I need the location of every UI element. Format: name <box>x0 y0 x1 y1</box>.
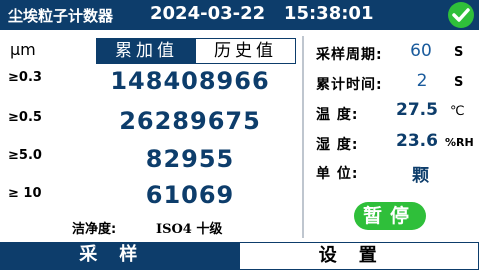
temperature-value: 27.5 <box>396 100 438 120</box>
params-panel: 采样周期: 60 S 累计时间: 2 S 温 度: 27.5 ℃ 湿 度: 23… <box>304 30 479 242</box>
size-label-5-0: ≥5.0 <box>8 148 42 163</box>
check-mark-glyph <box>452 8 470 22</box>
tab-settings[interactable]: 设置 <box>238 242 479 270</box>
cumulative-time-value: 2 <box>416 71 428 91</box>
humidity-label: 湿 度: <box>316 137 359 153</box>
unit-label: μm <box>10 40 36 59</box>
size-label-0-5: ≥0.5 <box>8 110 42 125</box>
tab-sampling[interactable]: 采样 <box>0 242 239 270</box>
count-0-5: 26289675 <box>119 107 261 135</box>
count-panel: μm 累加值 历史值 ≥0.3 148408966 ≥0.5 26289675 … <box>0 30 302 242</box>
bottom-nav: 采样 设置 <box>0 242 479 270</box>
unit-setting-value: 颗 <box>412 166 429 186</box>
datetime-display: 2024-03-22 15:38:01 <box>150 3 374 24</box>
cleanliness-label: 洁净度: <box>72 222 117 237</box>
humidity-value: 23.6 <box>396 131 438 151</box>
temperature-label: 温 度: <box>316 107 359 123</box>
tab-cumulative[interactable]: 累加值 <box>97 39 196 63</box>
cleanliness-value: ISO4 十级 <box>156 222 223 237</box>
header-bar: 尘埃粒子计数器 2024-03-22 15:38:01 <box>0 0 479 30</box>
unit-setting-label: 单 位: <box>316 166 359 182</box>
sample-period-label: 采样周期: <box>316 47 383 63</box>
count-5-0: 82955 <box>145 145 235 173</box>
sample-period-unit: S <box>454 45 464 60</box>
temperature-unit: ℃ <box>450 104 465 119</box>
cumulative-time-unit: S <box>454 75 464 90</box>
tab-history[interactable]: 历史值 <box>196 39 295 63</box>
humidity-unit: %RH <box>445 136 474 149</box>
cumulative-time-label: 累计时间: <box>316 77 383 93</box>
count-10: 61069 <box>145 181 235 209</box>
check-icon[interactable] <box>448 2 474 28</box>
pause-button[interactable]: 暂停 <box>354 202 426 230</box>
size-label-10: ≥ 10 <box>8 186 42 201</box>
sample-period-value[interactable]: 60 <box>408 41 434 61</box>
value-tabs: 累加值 历史值 <box>96 38 296 64</box>
size-label-0-3: ≥0.3 <box>8 70 42 85</box>
app-title: 尘埃粒子计数器 <box>8 7 114 25</box>
count-0-3: 148408966 <box>110 67 270 95</box>
